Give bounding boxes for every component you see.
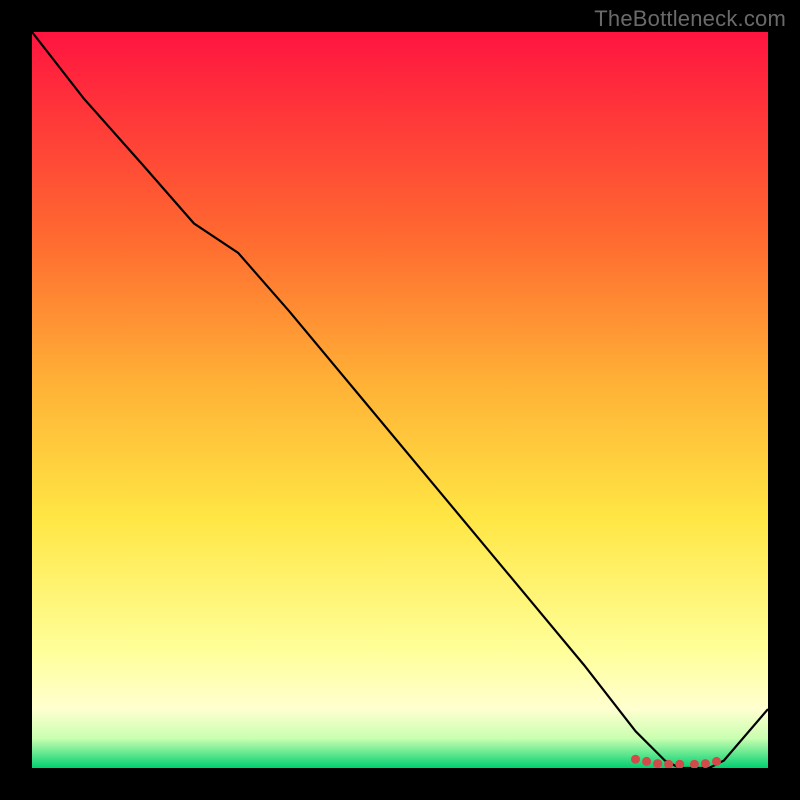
- plot-area: [32, 32, 768, 768]
- bottleneck-chart: [32, 32, 768, 768]
- optimal-dot: [653, 759, 662, 768]
- optimal-dot: [631, 755, 640, 764]
- optimal-dot: [712, 757, 721, 766]
- chart-frame: TheBottleneck.com: [0, 0, 800, 800]
- gradient-background: [32, 32, 768, 768]
- optimal-dot: [701, 759, 710, 768]
- watermark-label: TheBottleneck.com: [594, 6, 786, 32]
- optimal-dot: [642, 757, 651, 766]
